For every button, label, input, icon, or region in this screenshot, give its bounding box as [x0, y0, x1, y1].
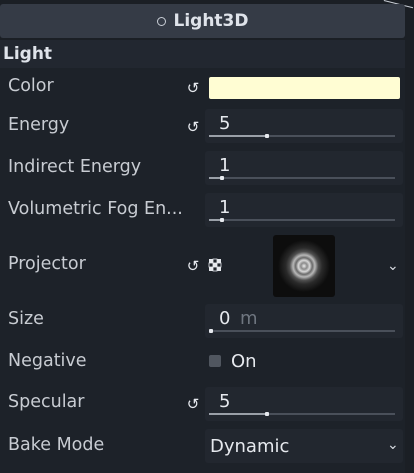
revert-icon[interactable]: ↺	[185, 395, 201, 413]
property-label: Size	[8, 309, 44, 329]
specular-slider-knob[interactable]	[264, 412, 269, 416]
indirect-energy-slider-track[interactable]	[209, 176, 395, 180]
specular-value: 5	[219, 391, 231, 412]
energy-slider-knob[interactable]	[264, 134, 269, 138]
property-volumetric-fog: Volumetric Fog En... 1	[0, 190, 405, 230]
property-label: Projector	[8, 254, 86, 274]
property-label: Specular	[8, 392, 85, 412]
energy-value: 5	[219, 113, 231, 134]
volumetric-fog-value: 1	[219, 197, 231, 218]
property-bake-mode: Bake Mode Dynamic ⌄	[0, 426, 405, 466]
volumetric-fog-slider-track[interactable]	[209, 218, 395, 222]
section-light[interactable]: Light	[0, 40, 405, 68]
node-header: Light3D	[0, 4, 405, 38]
color-picker-button[interactable]	[209, 77, 400, 99]
property-label: Volumetric Fog En...	[8, 199, 183, 219]
specular-spinslider[interactable]: 5	[205, 387, 403, 421]
revert-icon[interactable]: ↺	[185, 257, 201, 275]
projector-texture-preview[interactable]	[273, 235, 335, 297]
property-color: Color ↺	[0, 70, 405, 106]
property-label: Negative	[8, 351, 87, 371]
size-slider-track[interactable]	[209, 329, 395, 333]
property-indirect-energy: Indirect Energy 1	[0, 148, 405, 188]
property-energy: Energy ↺ 5	[0, 106, 405, 146]
size-spinslider[interactable]: 0 m	[205, 304, 403, 338]
energy-slider-track[interactable]	[209, 134, 395, 138]
negative-checkbox[interactable]	[209, 355, 221, 367]
revert-icon[interactable]: ↺	[185, 79, 201, 97]
size-value: 0	[219, 308, 231, 329]
property-size: Size 0 m	[0, 302, 405, 340]
chevron-down-icon[interactable]: ⌄	[387, 258, 399, 274]
indirect-energy-slider-fill	[209, 177, 221, 179]
indirect-energy-spinslider[interactable]: 1	[205, 151, 403, 185]
scrollbar[interactable]	[405, 40, 414, 473]
radial-ring-texture	[278, 240, 330, 292]
section-title: Light	[3, 44, 53, 64]
property-label: Bake Mode	[8, 435, 105, 455]
texture-resource-icon	[208, 258, 222, 272]
node-title: Light3D	[173, 11, 249, 31]
indirect-energy-slider-knob[interactable]	[220, 176, 225, 180]
revert-icon[interactable]: ↺	[185, 118, 201, 136]
chevron-down-icon[interactable]: ⌄	[387, 437, 399, 453]
volumetric-fog-slider-fill	[209, 219, 221, 221]
checkbox-label[interactable]: On	[231, 351, 257, 372]
property-specular: Specular ↺ 5	[0, 384, 405, 424]
property-projector: Projector ↺	[0, 232, 405, 300]
property-negative: Negative On	[0, 342, 405, 382]
indirect-energy-value: 1	[219, 155, 231, 176]
volumetric-fog-slider-knob[interactable]	[220, 218, 225, 222]
property-label: Energy	[8, 115, 70, 135]
energy-slider-fill	[209, 135, 265, 137]
specular-slider-fill	[209, 413, 265, 415]
circle-node-icon	[156, 16, 166, 26]
volumetric-fog-spinslider[interactable]: 1	[205, 193, 403, 227]
size-slider-knob[interactable]	[209, 329, 213, 333]
bake-mode-value: Dynamic	[210, 436, 290, 457]
size-unit: m	[240, 308, 258, 329]
property-label: Color	[8, 76, 54, 96]
property-label: Indirect Energy	[8, 157, 142, 177]
energy-spinslider[interactable]: 5	[205, 109, 403, 143]
specular-slider-track[interactable]	[209, 412, 395, 416]
